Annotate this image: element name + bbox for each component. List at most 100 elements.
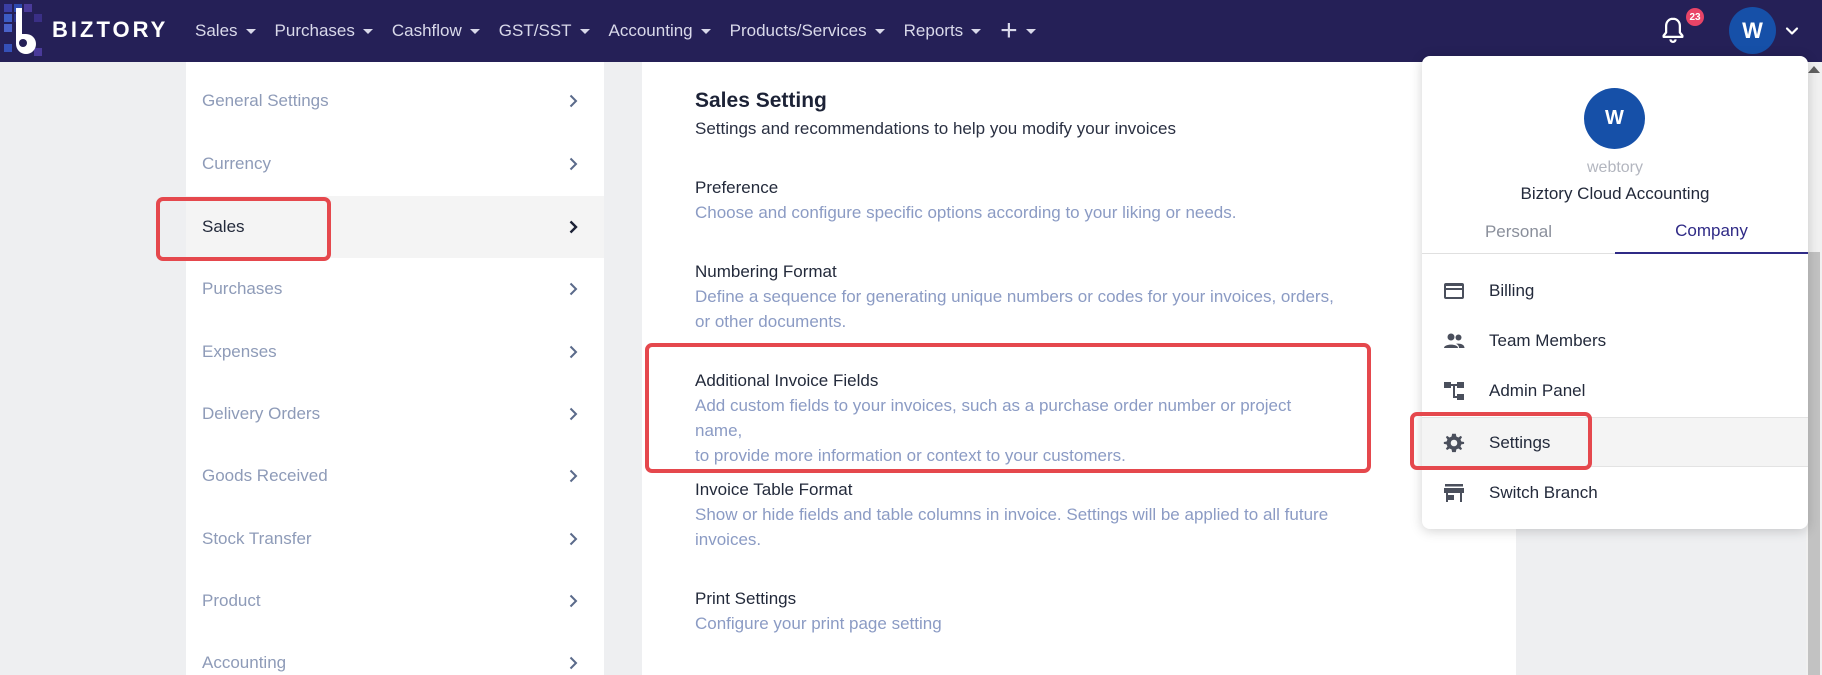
menu-purchases[interactable]: Purchases [275, 21, 373, 41]
menu-products-services[interactable]: Products/Services [730, 21, 885, 41]
option-invoice-table-format[interactable]: Invoice Table Format Show or hide fields… [695, 477, 1335, 552]
option-title: Additional Invoice Fields [695, 371, 879, 390]
option-print-settings[interactable]: Print Settings Configure your print page… [695, 586, 1335, 636]
scrollbar-thumb[interactable] [1808, 252, 1820, 675]
option-description: Configure your print page setting [695, 614, 942, 633]
quick-add-button[interactable]: + [1000, 16, 1036, 46]
menu-cashflow[interactable]: Cashflow [392, 21, 480, 41]
gear-icon [1443, 433, 1465, 453]
caret-down-icon [971, 28, 982, 34]
user-avatar-button[interactable]: W [1729, 7, 1776, 54]
menu-reports[interactable]: Reports [904, 21, 982, 41]
sidebar-item-label: Goods Received [202, 466, 328, 485]
sidebar-item-product[interactable]: Product [186, 570, 604, 632]
chevron-down-icon[interactable] [1784, 23, 1800, 39]
menu-sales[interactable]: Sales [195, 21, 256, 41]
sidebar-item-label: Accounting [202, 653, 287, 672]
menu-item-billing[interactable]: Billing [1422, 266, 1808, 316]
caret-down-icon [700, 28, 711, 34]
sidebar-item-stock-transfer[interactable]: Stock Transfer [186, 508, 604, 570]
option-description: Choose and configure specific options ac… [695, 203, 1237, 222]
sidebar-item-label: Purchases [202, 279, 283, 298]
menu-reports-label: Reports [903, 21, 964, 40]
sidebar-item-label: Expenses [202, 342, 277, 361]
sidebar-item-expenses[interactable]: Expenses [186, 321, 604, 383]
option-additional-invoice-fields[interactable]: Additional Invoice Fields Add custom fie… [695, 368, 1335, 468]
sidebar-item-label: Currency [202, 154, 271, 173]
caret-down-icon [874, 28, 885, 34]
sidebar-item-label: Stock Transfer [202, 529, 312, 548]
sidebar-item-sales[interactable]: Sales [186, 196, 604, 258]
option-title: Invoice Table Format [695, 480, 853, 499]
menu-item-team-members[interactable]: Team Members [1422, 316, 1808, 366]
option-preference[interactable]: Preference Choose and configure specific… [695, 175, 1335, 225]
caret-down-icon [579, 28, 590, 34]
chevron-right-icon [569, 407, 578, 421]
menu-item-switch-branch[interactable]: Switch Branch [1422, 468, 1808, 518]
sidebar-item-goods-received[interactable]: Goods Received [186, 445, 604, 507]
chevron-right-icon [569, 157, 578, 171]
sales-setting-card: Sales Setting Settings and recommendatio… [642, 62, 1516, 675]
hierarchy-icon [1444, 382, 1464, 400]
sidebar-item-label: Sales [202, 217, 245, 236]
bell-icon[interactable] [1658, 14, 1688, 46]
menu-item-label: Settings [1489, 433, 1551, 452]
tab-personal[interactable]: Personal [1422, 210, 1615, 254]
option-title: Preference [695, 178, 779, 197]
option-description: Define a sequence for generating unique … [695, 287, 1334, 306]
option-description-line2: invoices. [695, 530, 762, 549]
chevron-right-icon [569, 532, 578, 546]
chevron-right-icon [569, 220, 578, 234]
main-menu: Sales Purchases Cashflow GST/SST Account… [195, 0, 1055, 62]
sidebar-item-purchases[interactable]: Purchases [186, 258, 604, 320]
menu-item-settings[interactable]: Settings [1422, 417, 1808, 467]
caret-down-icon [362, 28, 373, 34]
option-description: Add custom fields to your invoices, such… [695, 396, 1292, 440]
sidebar-item-accounting[interactable]: Accounting [186, 632, 604, 675]
scroll-up-arrow-icon[interactable] [1808, 66, 1820, 73]
menu-gst-sst-label: GST/SST [498, 21, 572, 40]
sidebar-item-currency[interactable]: Currency [186, 133, 604, 195]
top-nav: BIZTORY Sales Purchases Cashflow GST/SST… [0, 0, 1822, 62]
chevron-right-icon [569, 656, 578, 670]
sidebar-item-label: Delivery Orders [202, 404, 321, 423]
settings-sidebar: General Settings Currency Sales Purchase… [186, 62, 604, 675]
caret-down-icon [1025, 28, 1036, 34]
tab-company[interactable]: Company [1615, 210, 1808, 254]
option-description-line2: or other documents. [695, 312, 847, 331]
notification-badge: 23 [1686, 8, 1704, 26]
brand-name: BIZTORY [52, 17, 169, 42]
page-subtitle: Settings and recommendations to help you… [695, 119, 1176, 138]
logo-mark-icon [0, 0, 50, 62]
menu-gst-sst[interactable]: GST/SST [499, 21, 590, 41]
plus-icon: + [1000, 14, 1018, 47]
menu-sales-label: Sales [195, 21, 238, 40]
dropdown-avatar: W [1584, 88, 1645, 149]
option-numbering-format[interactable]: Numbering Format Define a sequence for g… [695, 259, 1335, 334]
menu-item-admin-panel[interactable]: Admin Panel [1422, 366, 1808, 416]
menu-cashflow-label: Cashflow [391, 21, 462, 40]
chevron-right-icon [569, 469, 578, 483]
menu-item-label: Billing [1489, 281, 1535, 300]
menu-item-label: Switch Branch [1489, 483, 1598, 502]
store-icon [1444, 484, 1464, 502]
caret-down-icon [469, 28, 480, 34]
sidebar-item-label: Product [202, 591, 261, 610]
people-icon [1444, 333, 1465, 348]
brand-logo[interactable]: BIZTORY [0, 0, 180, 62]
menu-purchases-label: Purchases [274, 21, 355, 40]
chevron-right-icon [569, 594, 578, 608]
menu-accounting-label: Accounting [608, 21, 693, 40]
menu-item-label: Admin Panel [1489, 381, 1586, 400]
menu-accounting[interactable]: Accounting [609, 21, 711, 41]
sidebar-item-general-settings[interactable]: General Settings [186, 70, 604, 132]
option-description: Show or hide fields and table columns in… [695, 505, 1329, 524]
menu-item-label: Team Members [1489, 331, 1607, 350]
sidebar-item-delivery-orders[interactable]: Delivery Orders [186, 383, 604, 445]
sidebar-item-label: General Settings [202, 91, 329, 110]
caret-down-icon [245, 28, 256, 34]
option-title: Numbering Format [695, 262, 837, 281]
option-title: Print Settings [695, 589, 797, 608]
chevron-right-icon [569, 282, 578, 296]
chevron-right-icon [569, 94, 578, 108]
